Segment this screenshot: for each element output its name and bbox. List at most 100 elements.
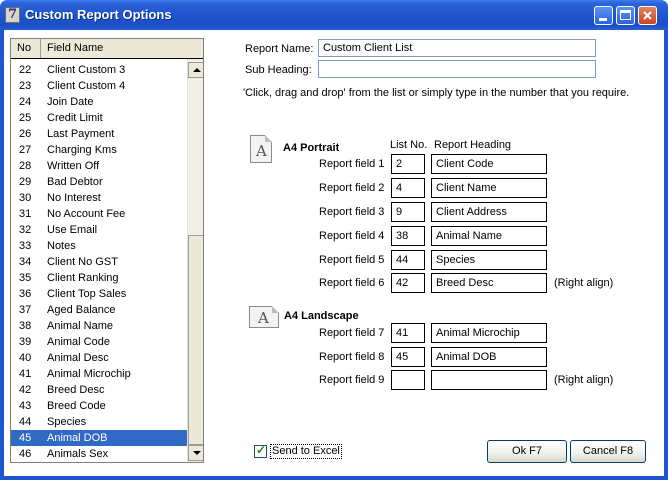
list-item[interactable]: 42 Breed Desc [11, 382, 187, 398]
list-item[interactable]: 45 Animal DOB [11, 430, 187, 446]
ok-button[interactable]: Ok F7 [487, 440, 567, 463]
list-item[interactable]: 39 Animal Code [11, 334, 187, 350]
sub-heading-label: Sub Heading: [245, 64, 312, 76]
list-item-no: 22 [19, 64, 32, 76]
list-item[interactable]: 40 Animal Desc [11, 350, 187, 366]
list-item[interactable]: 31 No Account Fee [11, 206, 187, 222]
close-icon [643, 11, 652, 20]
report-name-input[interactable]: Custom Client List [318, 39, 596, 57]
report-heading-input[interactable]: Species [431, 250, 547, 270]
scroll-up-button[interactable] [188, 62, 203, 78]
portrait-page-icon: A [250, 133, 276, 163]
list-no-input[interactable]: 44 [391, 250, 425, 270]
maximize-icon [620, 10, 631, 20]
list-item-name: Animal Name [47, 320, 114, 332]
report-heading-input[interactable]: Animal Name [431, 226, 547, 246]
list-item[interactable]: 35 Client Ranking [11, 270, 187, 286]
list-item-name: Notes [47, 240, 76, 252]
list-item-name: Client Ranking [47, 272, 119, 284]
report-heading-input[interactable]: Client Name [431, 178, 547, 198]
list-item-name: Animals Sex [47, 448, 109, 460]
list-item[interactable]: 26 Last Payment [11, 126, 187, 142]
list-rows: 22 Client Custom 3 23 Client Custom 4 24 Join… [11, 62, 187, 462]
list-item[interactable]: 34 Client No GST [11, 254, 187, 270]
list-item-no: 37 [19, 304, 32, 316]
list-item[interactable]: 41 Animal Microchip [11, 366, 187, 382]
landscape-section-title: A4 Landscape [284, 310, 359, 322]
title-bar[interactable]: 7 Custom Report Options [0, 0, 668, 30]
list-item-name: Client Custom 3 [47, 64, 126, 76]
list-item[interactable]: 23 Client Custom 4 [11, 78, 187, 94]
arrow-down-icon [193, 451, 201, 455]
list-no-input[interactable] [391, 370, 425, 390]
list-no-input[interactable]: 42 [391, 273, 425, 293]
report-field-label: Report field 1 [319, 158, 385, 170]
column-header-no[interactable]: No [11, 39, 41, 58]
list-item-name: Client Top Sales [47, 288, 127, 300]
report-heading-input[interactable]: Client Address [431, 202, 547, 222]
minimize-button[interactable] [594, 6, 613, 25]
maximize-button[interactable] [616, 6, 635, 25]
list-item[interactable]: 36 Client Top Sales [11, 286, 187, 302]
report-heading-input[interactable] [431, 370, 547, 390]
list-item-name: Join Date [47, 96, 94, 108]
list-no-input[interactable]: 2 [391, 154, 425, 174]
list-item-no: 43 [19, 400, 32, 412]
column-header-field-name[interactable]: Field Name [47, 39, 103, 58]
list-item-name: Species [47, 416, 87, 428]
list-item-name: Last Payment [47, 128, 115, 140]
list-no-input[interactable]: 38 [391, 226, 425, 246]
list-item-name: Aged Balance [47, 304, 116, 316]
list-scrollbar[interactable] [187, 59, 203, 462]
field-list[interactable]: No Field Name 22 Client Custom 3 23 Client … [10, 38, 204, 463]
list-item[interactable]: 38 Animal Name [11, 318, 187, 334]
report-heading-input[interactable]: Animal DOB [431, 347, 547, 367]
scroll-down-button[interactable] [188, 445, 203, 461]
list-no-input[interactable]: 9 [391, 202, 425, 222]
list-item[interactable]: 33 Notes [11, 238, 187, 254]
list-item-no: 45 [19, 432, 32, 444]
list-item[interactable]: 43 Breed Code [11, 398, 187, 414]
report-heading-column-label: Report Heading [434, 139, 512, 151]
list-no-input[interactable]: 45 [391, 347, 425, 367]
list-item[interactable]: 27 Charging Kms [11, 142, 187, 158]
check-mark-icon: ✓ [256, 443, 267, 457]
list-no-input[interactable]: 4 [391, 178, 425, 198]
send-to-excel-label[interactable]: Send to Excel [270, 444, 342, 459]
right-align-note: (Right align) [554, 277, 614, 289]
list-item-no: 42 [19, 384, 32, 396]
list-no-input[interactable]: 41 [391, 323, 425, 343]
report-heading-input[interactable]: Client Code [431, 154, 547, 174]
list-item[interactable]: 32 Use Email [11, 222, 187, 238]
report-heading-input[interactable]: Breed Desc [431, 273, 547, 293]
list-item-no: 35 [19, 272, 32, 284]
close-button[interactable] [638, 6, 657, 25]
right-align-note: (Right align) [554, 374, 614, 386]
list-item-name: Client Custom 4 [47, 80, 126, 92]
list-item-name: No Interest [47, 192, 101, 204]
list-item[interactable]: 46 Animals Sex [11, 446, 187, 462]
arrow-up-icon [193, 68, 201, 72]
send-to-excel-checkbox[interactable]: ✓ [254, 443, 267, 458]
list-item[interactable]: 44 Species [11, 414, 187, 430]
list-item[interactable]: 30 No Interest [11, 190, 187, 206]
list-item[interactable]: 22 Client Custom 3 [11, 62, 187, 78]
list-item-name: Client No GST [47, 256, 118, 268]
app-icon: 7 [5, 7, 20, 23]
list-item[interactable]: 25 Credit Limit [11, 110, 187, 126]
sub-heading-input[interactable] [318, 60, 596, 78]
report-field-label: Report field 6 [319, 277, 385, 289]
list-item-no: 28 [19, 160, 32, 172]
list-item[interactable]: 28 Written Off [11, 158, 187, 174]
list-item[interactable]: 24 Join Date [11, 94, 187, 110]
list-item[interactable]: 29 Bad Debtor [11, 174, 187, 190]
cancel-button[interactable]: Cancel F8 [570, 440, 646, 463]
report-heading-input[interactable]: Animal Microchip [431, 323, 547, 343]
window-title: Custom Report Options [25, 7, 172, 22]
list-item[interactable]: 37 Aged Balance [11, 302, 187, 318]
list-item-no: 29 [19, 176, 32, 188]
scroll-thumb[interactable] [188, 235, 203, 445]
list-item-name: Credit Limit [47, 112, 103, 124]
landscape-page-icon: A [249, 306, 281, 328]
list-item-name: Animal Desc [47, 352, 109, 364]
